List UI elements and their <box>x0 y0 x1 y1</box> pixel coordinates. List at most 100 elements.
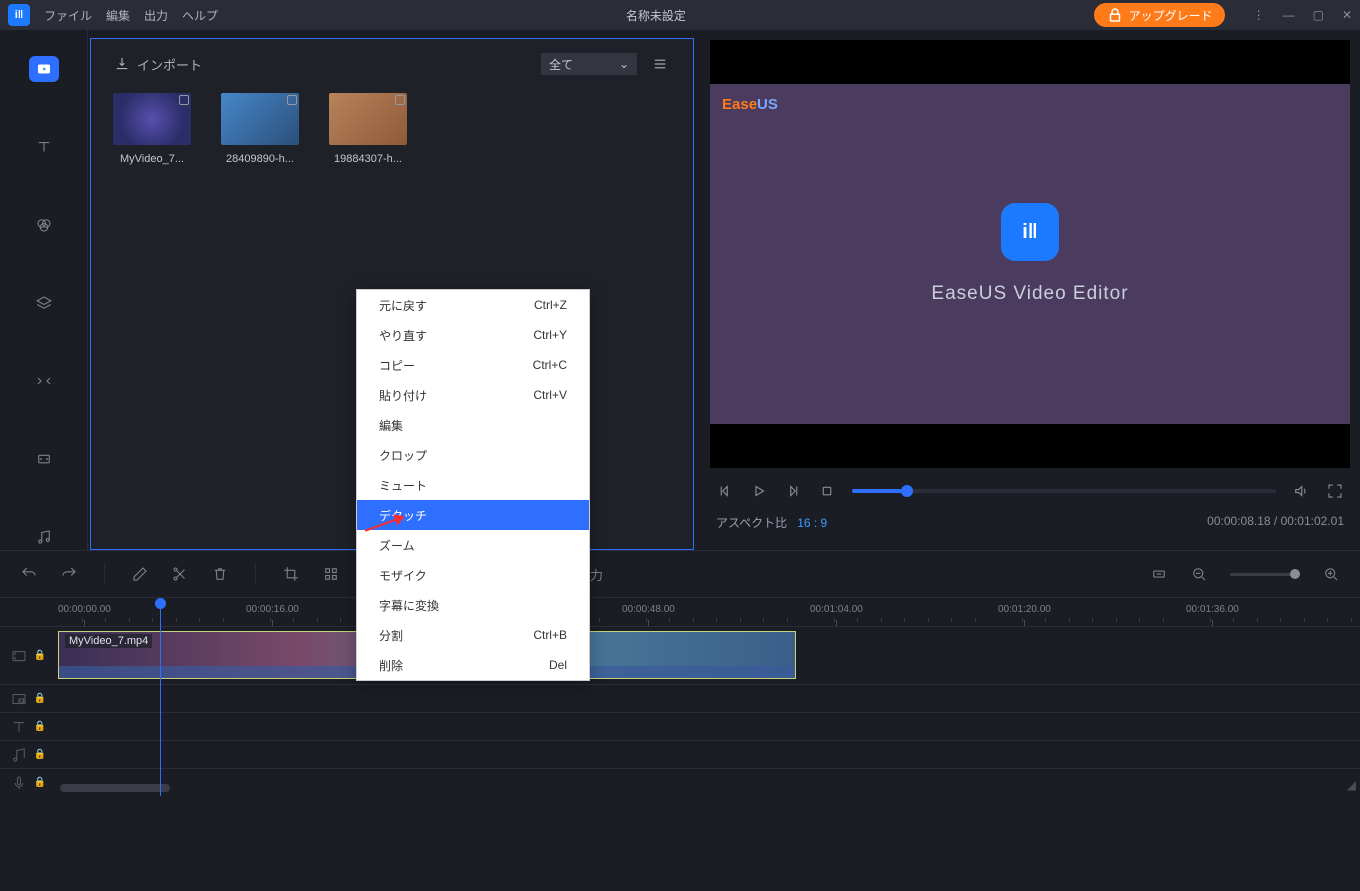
more-icon[interactable]: ⋮ <box>1253 8 1265 22</box>
next-frame-button[interactable] <box>784 482 802 500</box>
sidebar-elements[interactable] <box>29 446 59 472</box>
ruler-tick: 00:00:48.00 <box>622 604 675 615</box>
lock-icon[interactable]: 🔒 <box>34 749 46 760</box>
aspect-value[interactable]: 16 : 9 <box>797 516 827 530</box>
context-menu-item[interactable]: 削除Del <box>357 650 589 680</box>
context-menu-shortcut: Del <box>549 658 567 672</box>
context-menu-item[interactable]: 貼り付け Ctrl+V <box>357 380 589 410</box>
hd-badge-icon <box>179 95 189 105</box>
split-button[interactable] <box>171 565 189 583</box>
import-button[interactable]: インポート <box>113 55 202 74</box>
menu-edit[interactable]: 編集 <box>106 7 130 24</box>
pip-track[interactable]: 🔒 <box>0 684 1360 712</box>
sidebar-transitions[interactable] <box>29 368 59 394</box>
fit-button[interactable] <box>1150 565 1168 583</box>
context-menu-item[interactable]: ミュート <box>357 470 589 500</box>
context-menu-item[interactable]: 元に戻すCtrl+Z <box>357 290 589 320</box>
context-menu-shortcut: Ctrl+C <box>533 358 567 372</box>
media-item-name: MyVideo_7... <box>113 153 191 165</box>
import-label: インポート <box>137 55 202 74</box>
context-menu-label: モザイク <box>379 567 427 584</box>
aspect-label: アスペクト比 <box>716 516 787 530</box>
context-menu-shortcut: Ctrl+Z <box>534 298 567 312</box>
edit-tool-button[interactable] <box>131 565 149 583</box>
ruler-tick: 00:01:04.00 <box>810 604 863 615</box>
context-menu-item[interactable]: やり直すCtrl+Y <box>357 320 589 350</box>
context-menu-label: コピー <box>379 357 415 374</box>
prev-frame-button[interactable] <box>716 482 734 500</box>
titlebar: i‖ ファイル 編集 出力 ヘルプ 名称未設定 アップグレード ⋮ — ▢ ✕ <box>0 0 1360 30</box>
context-menu-item[interactable]: 分割 Ctrl+B <box>357 620 589 650</box>
lock-icon[interactable]: 🔒 <box>34 721 46 732</box>
pip-track-icon <box>10 690 28 708</box>
play-button[interactable] <box>750 482 768 500</box>
minimize-button[interactable]: — <box>1283 8 1295 22</box>
resize-grip[interactable]: ◢ <box>1347 778 1356 792</box>
chevron-down-icon: ⌄ <box>619 57 629 71</box>
sidebar-overlays[interactable] <box>29 290 59 316</box>
sidebar-text[interactable] <box>29 134 59 160</box>
maximize-button[interactable]: ▢ <box>1313 8 1324 22</box>
delete-button[interactable] <box>211 565 229 583</box>
progress-slider[interactable] <box>852 489 1276 493</box>
upgrade-button[interactable]: アップグレード <box>1094 3 1225 27</box>
media-item[interactable]: 28409890-h... <box>221 93 299 165</box>
context-menu-item[interactable]: ズーム <box>357 530 589 560</box>
zoom-out-button[interactable] <box>1190 565 1208 583</box>
text-track[interactable]: 🔒 <box>0 712 1360 740</box>
upgrade-label: アップグレード <box>1129 7 1213 24</box>
text-track-icon <box>10 718 28 736</box>
horizontal-scrollbar[interactable] <box>60 784 1332 792</box>
lock-icon[interactable]: 🔒 <box>34 650 46 661</box>
zoom-slider[interactable] <box>1230 573 1300 576</box>
context-menu-label: 貼り付け <box>379 387 427 404</box>
music-track[interactable]: 🔒 <box>0 740 1360 768</box>
context-menu-item[interactable]: クロップ <box>357 440 589 470</box>
context-menu-shortcut: Ctrl+V <box>533 388 567 402</box>
timeline: 00:00:00.0000:00:16.0000:00:32.0000:00:4… <box>0 598 1360 796</box>
media-item[interactable]: 19884307-h... <box>329 93 407 165</box>
ruler-tick: 00:00:16.00 <box>246 604 299 615</box>
media-item-name: 28409890-h... <box>221 153 299 165</box>
menu-file[interactable]: ファイル <box>44 7 92 24</box>
sidebar-filters[interactable] <box>29 212 59 238</box>
context-menu-label: クロップ <box>379 447 427 464</box>
video-track-icon <box>10 647 28 665</box>
crop-button[interactable] <box>282 565 300 583</box>
list-view-toggle[interactable] <box>649 53 671 75</box>
context-menu-item[interactable]: デタッチ <box>357 500 589 530</box>
menu-output[interactable]: 出力 <box>144 7 168 24</box>
context-menu-label: 字幕に変換 <box>379 597 439 614</box>
preview-app-icon: i‖ <box>1001 203 1059 261</box>
context-menu-label: 分割 <box>379 627 403 644</box>
time-ruler[interactable]: 00:00:00.0000:00:16.0000:00:32.0000:00:4… <box>0 598 1360 626</box>
volume-button[interactable] <box>1292 482 1310 500</box>
context-menu-item[interactable]: 字幕に変換 <box>357 590 589 620</box>
preview-panel: EaseUS i‖ EaseUS Video Editor アスペクト比 16 … <box>700 30 1360 550</box>
media-thumbnails: MyVideo_7... 28409890-h... 19884307-h... <box>91 89 693 169</box>
lock-icon[interactable]: 🔒 <box>34 693 46 704</box>
sidebar-music[interactable] <box>29 524 59 550</box>
sidebar-media[interactable] <box>29 56 59 82</box>
context-menu-shortcut: Ctrl+B <box>533 628 567 642</box>
undo-button[interactable] <box>20 565 38 583</box>
video-track[interactable]: 🔒 MyVideo_7.mp4 <box>0 626 1360 684</box>
clip-name: MyVideo_7.mp4 <box>65 634 152 648</box>
left-sidebar <box>0 30 88 550</box>
media-item[interactable]: MyVideo_7... <box>113 93 191 165</box>
video-preview: EaseUS i‖ EaseUS Video Editor <box>710 40 1350 468</box>
fullscreen-button[interactable] <box>1326 482 1344 500</box>
window-title: 名称未設定 <box>232 7 1080 24</box>
context-menu-item[interactable]: 編集 <box>357 410 589 440</box>
context-menu-item[interactable]: コピー Ctrl+C <box>357 350 589 380</box>
redo-button[interactable] <box>60 565 78 583</box>
menu-help[interactable]: ヘルプ <box>182 7 218 24</box>
mosaic-button[interactable] <box>322 565 340 583</box>
filter-dropdown[interactable]: 全て ⌄ <box>541 53 637 75</box>
stop-button[interactable] <box>818 482 836 500</box>
zoom-in-button[interactable] <box>1322 565 1340 583</box>
context-menu-item[interactable]: モザイク <box>357 560 589 590</box>
playhead[interactable] <box>160 600 161 796</box>
lock-icon[interactable]: 🔒 <box>34 777 46 788</box>
close-button[interactable]: ✕ <box>1342 8 1352 22</box>
